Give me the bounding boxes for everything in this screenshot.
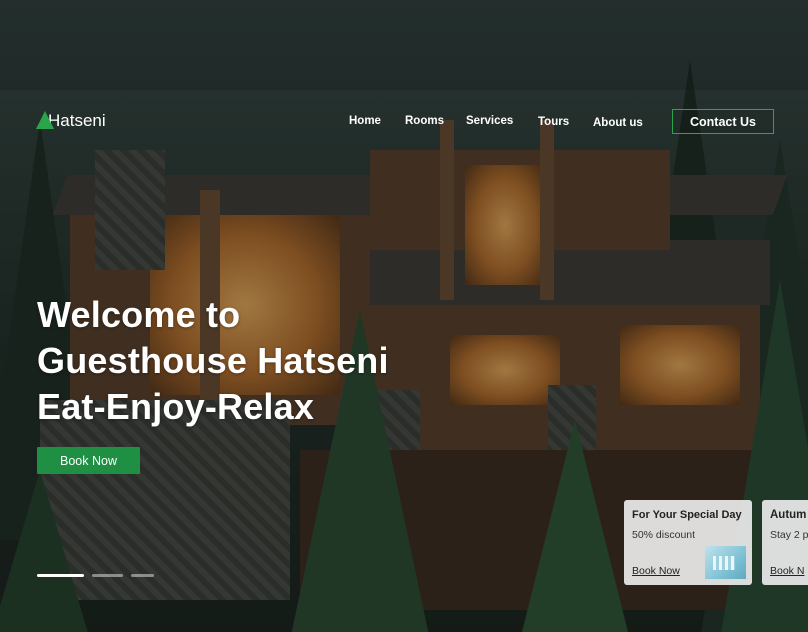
slider-indicators bbox=[37, 574, 154, 577]
promo-card-book-link[interactable]: Book Now bbox=[632, 565, 680, 577]
brand-logo[interactable]: Hatseni bbox=[36, 111, 106, 131]
promo-card-title: For Your Special Day bbox=[632, 509, 742, 521]
hero-title-line-3: Eat-Enjoy-Relax bbox=[37, 386, 315, 427]
hero-heading-block: Welcome to Guesthouse Hatseni Eat-Enjoy-… bbox=[37, 292, 389, 430]
promo-card-special-day[interactable]: For Your Special Day 50% discount Book N… bbox=[624, 500, 752, 585]
slider-dot-3[interactable] bbox=[131, 574, 154, 577]
triangle-logo-icon bbox=[36, 111, 54, 129]
hero-title-line-1: Welcome to bbox=[37, 294, 241, 335]
contact-us-button[interactable]: Contact Us bbox=[672, 109, 774, 134]
promo-card-autumn[interactable]: Autum Stay 2 p Book N bbox=[762, 500, 808, 585]
promo-card-subtitle: 50% discount bbox=[632, 529, 696, 541]
nav-link-services[interactable]: Services bbox=[466, 115, 513, 127]
promo-card-thumbnail bbox=[705, 546, 746, 579]
promo-card-subtitle: Stay 2 p bbox=[770, 529, 808, 541]
book-now-button[interactable]: Book Now bbox=[37, 447, 140, 474]
nav-link-rooms[interactable]: Rooms bbox=[405, 115, 444, 127]
brand-name: Hatseni bbox=[48, 111, 106, 130]
hero-title: Welcome to Guesthouse Hatseni Eat-Enjoy-… bbox=[37, 292, 389, 430]
promo-card-book-link[interactable]: Book N bbox=[770, 565, 804, 577]
hero-title-line-2: Guesthouse Hatseni bbox=[37, 340, 389, 381]
nav-link-home[interactable]: Home bbox=[349, 115, 381, 127]
slider-dot-2[interactable] bbox=[92, 574, 123, 577]
promo-card-title: Autum bbox=[770, 509, 807, 521]
nav-link-tours[interactable]: Tours bbox=[538, 116, 569, 128]
slider-dot-1[interactable] bbox=[37, 574, 84, 577]
nav-link-about[interactable]: About us bbox=[593, 117, 643, 129]
